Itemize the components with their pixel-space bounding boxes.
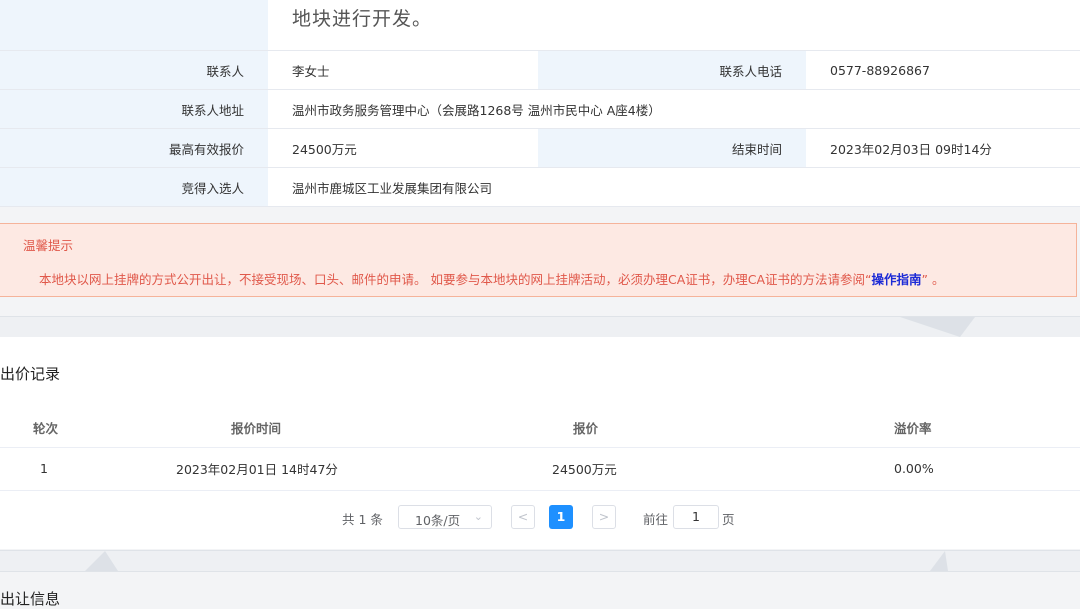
bid-records-panel: 出价记录 轮次 报价时间 报价 溢价率 1 2023年02月01日 14时47分… bbox=[0, 337, 1080, 549]
page-size-select[interactable]: 10条/页 ⌄ bbox=[398, 505, 492, 529]
col-bid-time: 报价时间 bbox=[231, 420, 282, 436]
bid-records-title: 出价记录 bbox=[0, 365, 61, 383]
goto-page-input[interactable]: 1 bbox=[673, 505, 719, 529]
col-bid-price: 报价 bbox=[573, 420, 599, 436]
description-text: 地块进行开发。 bbox=[268, 0, 1080, 50]
max-bid-label: 最高有效报价 bbox=[0, 129, 268, 167]
divider-decoration bbox=[900, 317, 975, 337]
pagination: 共 1 条 10条/页 ⌄ < 1 > 前往 1 页 bbox=[0, 505, 1080, 531]
description-row: 地块进行开发。 bbox=[0, 0, 1080, 50]
page-unit-label: 页 bbox=[722, 512, 735, 527]
max-bid-row: 最高有效报价 24500万元 结束时间 2023年02月03日 09时14分 bbox=[0, 128, 1080, 167]
land-info-table: 地块进行开发。 联系人 李女士 联系人电话 0577-88926867 联系人地… bbox=[0, 0, 1080, 207]
contact-value: 李女士 bbox=[268, 51, 538, 89]
address-row: 联系人地址 温州市政务服务管理中心（会展路1268号 温州市民中心 A座4楼） bbox=[0, 89, 1080, 128]
section-divider-2 bbox=[0, 550, 1080, 572]
row-premium-rate: 0.00% bbox=[894, 461, 934, 476]
phone-label: 联系人电话 bbox=[538, 51, 806, 89]
phone-value: 0577-88926867 bbox=[806, 51, 1080, 89]
next-page-button[interactable]: > bbox=[592, 505, 616, 529]
transfer-info-title: 出让信息 bbox=[0, 590, 61, 608]
chevron-down-icon: ⌄ bbox=[473, 510, 483, 523]
row-bid-price: 24500万元 bbox=[552, 462, 617, 477]
operation-guide-link[interactable]: 操作指南 bbox=[872, 272, 922, 287]
col-premium-rate: 溢价率 bbox=[894, 420, 932, 436]
contact-row: 联系人 李女士 联系人电话 0577-88926867 bbox=[0, 50, 1080, 89]
warm-tip-box: 温馨提示 本地块以网上挂牌的方式公开出让，不接受现场、口头、邮件的申请。 如要参… bbox=[0, 223, 1077, 297]
max-bid-value: 24500万元 bbox=[268, 129, 538, 167]
pagination-total: 共 1 条 bbox=[342, 512, 383, 527]
section-divider bbox=[0, 316, 1080, 338]
divider-decoration-2 bbox=[85, 551, 948, 571]
tip-title: 温馨提示 bbox=[23, 238, 74, 253]
col-round: 轮次 bbox=[33, 420, 59, 436]
contact-label: 联系人 bbox=[0, 51, 268, 89]
address-value: 温州市政务服务管理中心（会展路1268号 温州市民中心 A座4楼） bbox=[268, 90, 1080, 128]
winner-row: 竞得入选人 温州市鹿城区工业发展集团有限公司 bbox=[0, 167, 1080, 206]
chevron-left-icon: < bbox=[517, 509, 529, 524]
tip-text: 本地块以网上挂牌的方式公开出让，不接受现场、口头、邮件的申请。 如要参与本地块的… bbox=[39, 269, 944, 288]
table-row: 1 2023年02月01日 14时47分 24500万元 0.00% bbox=[0, 447, 1080, 491]
page-number-1[interactable]: 1 bbox=[549, 505, 573, 529]
row-round: 1 bbox=[40, 461, 48, 476]
winner-value: 温州市鹿城区工业发展集团有限公司 bbox=[268, 168, 1080, 206]
address-label: 联系人地址 bbox=[0, 90, 268, 128]
goto-label: 前往 bbox=[643, 512, 669, 527]
bid-table-header: 轮次 报价时间 报价 溢价率 bbox=[0, 407, 1080, 448]
row-bid-time: 2023年02月01日 14时47分 bbox=[176, 462, 338, 477]
tip-text-after: ” 。 bbox=[921, 272, 945, 287]
tip-text-before: 本地块以网上挂牌的方式公开出让，不接受现场、口头、邮件的申请。 如要参与本地块的… bbox=[39, 272, 872, 287]
end-time-value: 2023年02月03日 09时14分 bbox=[806, 129, 1080, 167]
end-time-label: 结束时间 bbox=[538, 129, 806, 167]
chevron-right-icon: > bbox=[598, 509, 610, 524]
description-label-cell bbox=[0, 0, 268, 50]
page-size-value: 10条/页 bbox=[415, 513, 461, 528]
prev-page-button[interactable]: < bbox=[511, 505, 535, 529]
winner-label: 竞得入选人 bbox=[0, 168, 268, 206]
